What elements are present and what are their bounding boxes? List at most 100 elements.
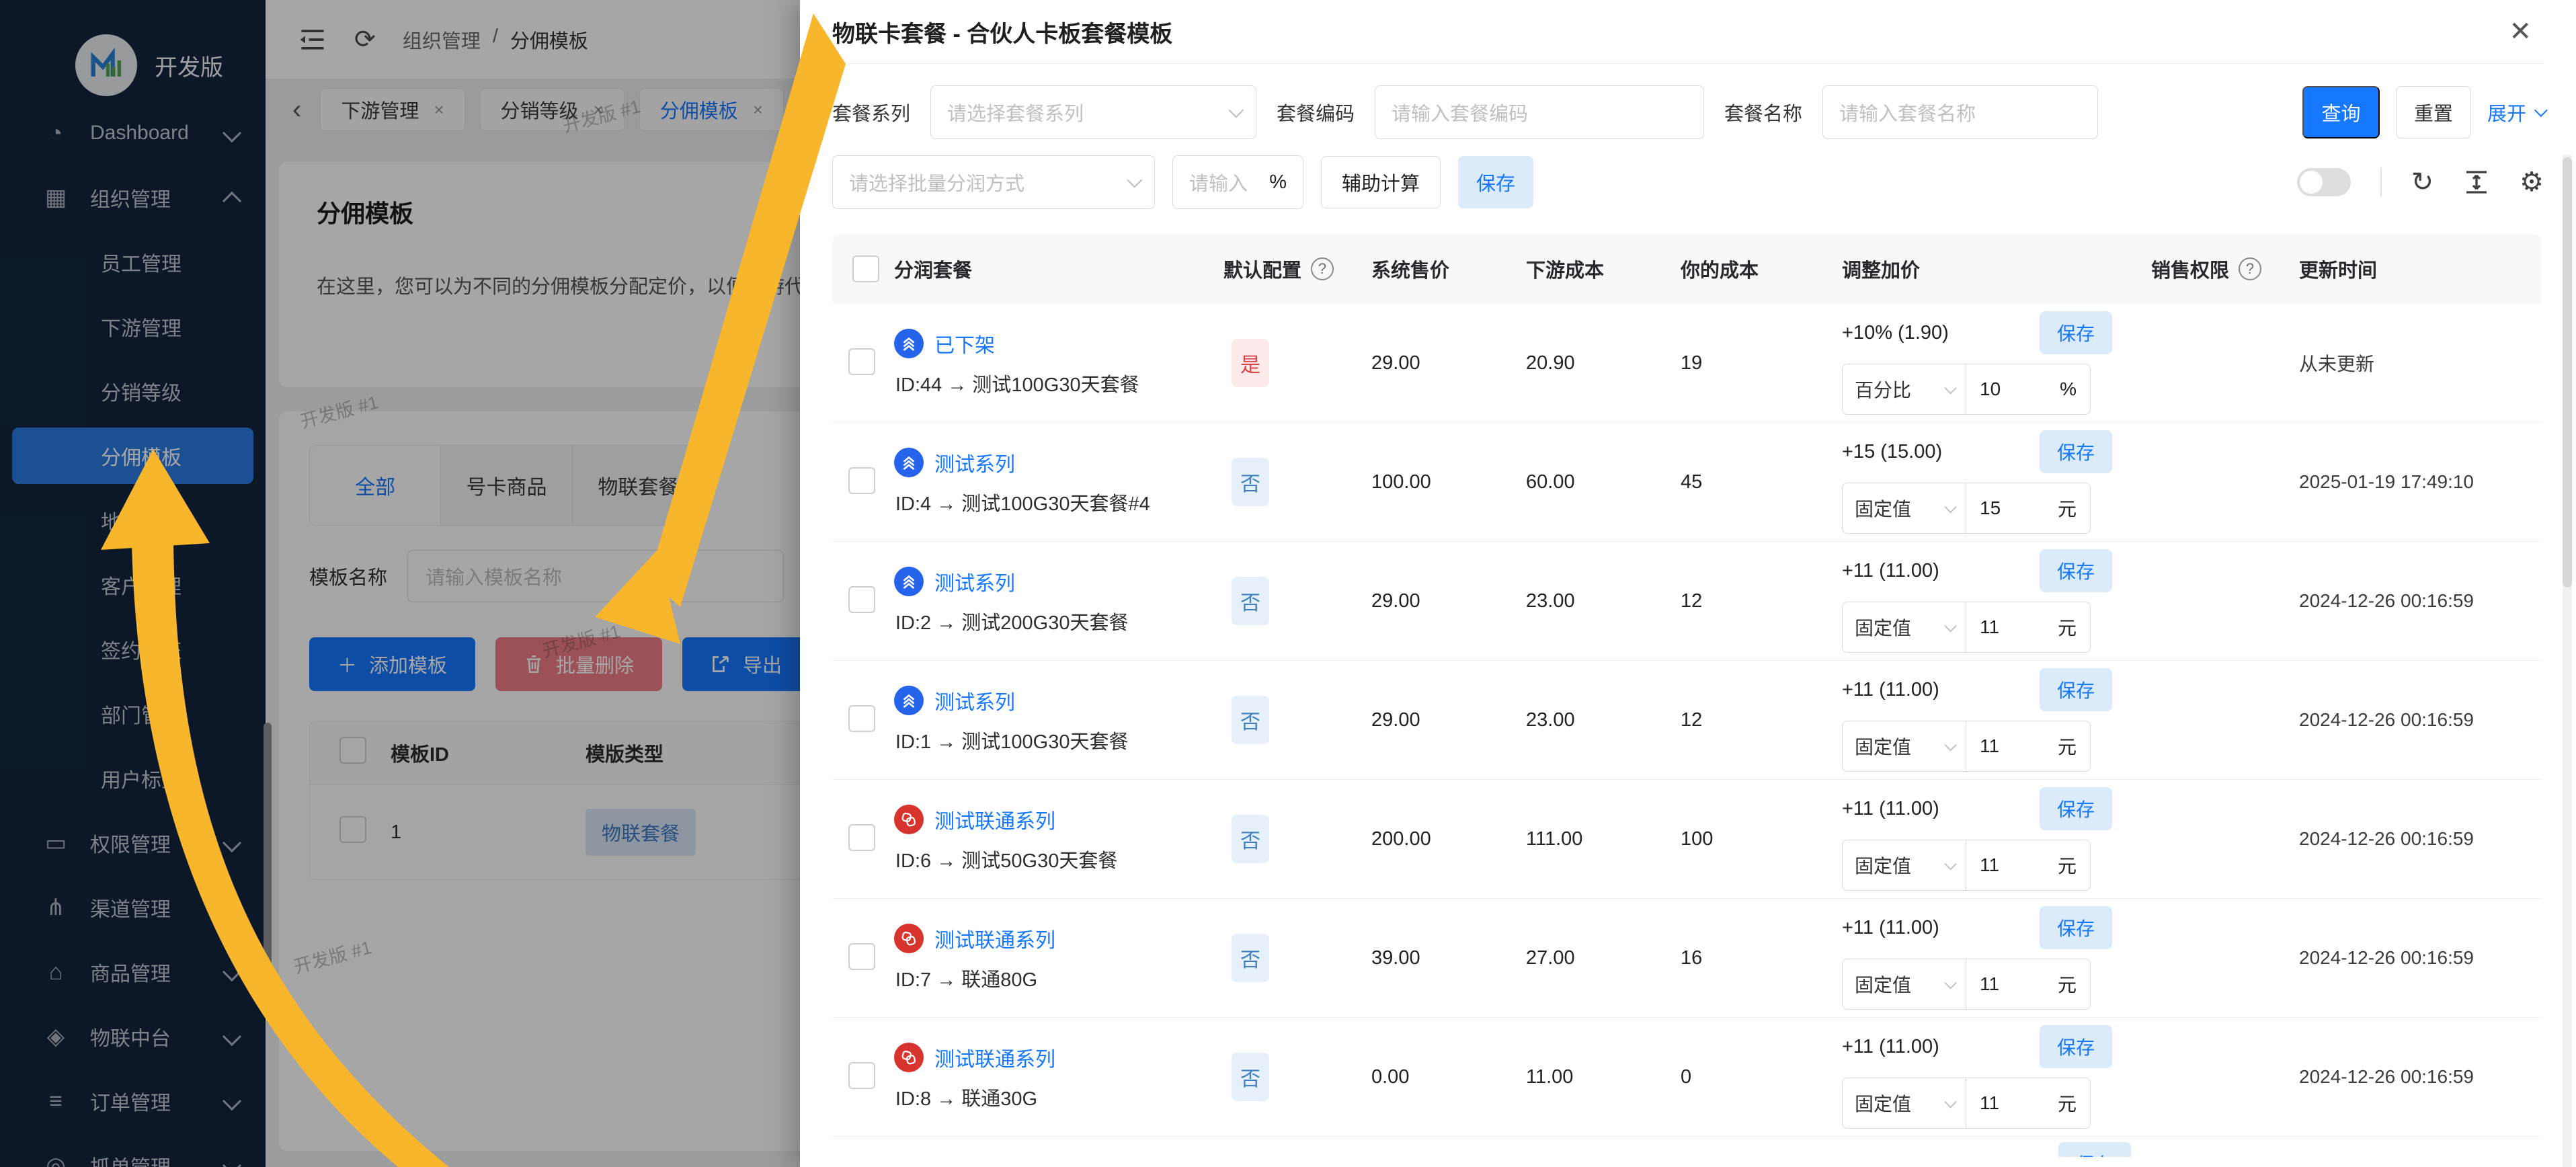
sys-price-cell: 100.00	[1358, 471, 1513, 493]
series-link[interactable]: 测试联通系列	[934, 924, 1055, 953]
adjust-value-input[interactable]: 15元	[1966, 483, 2091, 534]
toolbar-divider	[2380, 167, 2382, 197]
unicom-series-icon	[899, 809, 919, 830]
row-save-button[interactable]: 保存	[2040, 906, 2112, 949]
chevron-down-icon	[1944, 858, 1956, 870]
series-link[interactable]: 测试系列	[934, 686, 1015, 715]
your-cost-cell: 45	[1667, 471, 1828, 493]
down-cost-cell: 111.00	[1513, 828, 1667, 850]
settings-gear-icon[interactable]: ⚙	[2520, 167, 2544, 198]
row-save-button[interactable]: 保存	[2040, 668, 2112, 711]
your-cost-cell: 100	[1667, 828, 1828, 850]
unicom-series-icon	[894, 924, 924, 953]
default-config-tag: 否	[1232, 696, 1269, 744]
unicom-series-icon	[899, 1047, 919, 1068]
chevron-down-icon	[1944, 501, 1956, 513]
package-id-line: ID:4 → 测试100G30天套餐#4	[894, 488, 1210, 516]
pricing-row: 测试联通系列ID:7 → 联通80G否39.0027.0016+11 (11.0…	[832, 899, 2541, 1018]
updated-time-cell: 2024-12-26 00:16:59	[2286, 590, 2541, 612]
adjust-mode-select[interactable]: 百分比	[1842, 364, 1966, 415]
series-link[interactable]: 测试系列	[934, 567, 1015, 596]
adjust-unit: 元	[2058, 495, 2077, 522]
bulk-save-button[interactable]: 保存	[1458, 156, 1533, 208]
adjust-value-input[interactable]: 11元	[1966, 602, 2091, 653]
chevron-down-icon	[1229, 102, 1244, 118]
row-save-button[interactable]: 保存	[2040, 311, 2112, 354]
down-cost-cell: 23.00	[1513, 590, 1667, 612]
row-checkbox[interactable]	[848, 824, 875, 851]
adjust-value-input[interactable]: 11元	[1966, 721, 2091, 772]
adjust-mode-select[interactable]: 固定值	[1842, 721, 1966, 772]
adjust-mode-select[interactable]: 固定值	[1842, 483, 1966, 534]
helper-calc-button[interactable]: 辅助计算	[1321, 156, 1441, 208]
your-cost-cell: 12	[1667, 709, 1828, 731]
close-icon[interactable]: ✕	[2509, 16, 2544, 47]
question-circle-icon[interactable]: ?	[1311, 257, 1334, 280]
your-cost-cell: 19	[1667, 352, 1828, 374]
adjust-mode-select[interactable]: 固定值	[1842, 959, 1966, 1010]
adjust-mode-select[interactable]: 固定值	[1842, 840, 1966, 891]
pricing-row: 已下架ID:44 → 测试100G30天套餐是29.0020.9019+10% …	[832, 304, 2541, 423]
adjust-value-input[interactable]: 10%	[1966, 364, 2091, 415]
row-save-button[interactable]: 保存	[2040, 430, 2112, 473]
bulk-value-input[interactable]: 请输入 %	[1172, 155, 1303, 209]
package-id-line: ID:7 → 联通80G	[894, 964, 1210, 992]
row-save-button[interactable]: 保存	[2040, 787, 2112, 830]
row-height-icon[interactable]	[2463, 169, 2490, 196]
series-link[interactable]: 测试联通系列	[934, 805, 1055, 834]
col-updated: 更新时间	[2286, 255, 2541, 283]
drawer-scrollbar[interactable]	[2563, 155, 2572, 1167]
row-checkbox[interactable]	[848, 586, 875, 613]
series-link[interactable]: 已下架	[934, 329, 995, 358]
bulk-profit-row: 请选择批量分润方式 请输入 % 辅助计算 保存 ↻ ⚙	[832, 155, 2544, 210]
modal-dim-overlay[interactable]	[0, 0, 800, 1167]
select-all-checkbox[interactable]	[852, 255, 879, 282]
package-id-line: ID:8 → 联通30G	[894, 1083, 1210, 1111]
mobile-series-icon	[894, 567, 924, 596]
unicom-series-icon	[899, 928, 919, 949]
col-sys-price: 系统售价	[1358, 255, 1513, 283]
adjust-unit: 元	[2058, 1090, 2077, 1117]
adjust-mode-select[interactable]: 固定值	[1842, 1078, 1966, 1129]
row-save-button[interactable]: 保存	[2040, 549, 2112, 592]
sys-price-cell: 29.00	[1358, 590, 1513, 612]
row-checkbox[interactable]	[848, 467, 875, 494]
adjust-mode-select[interactable]: 固定值	[1842, 602, 1966, 653]
row-checkbox[interactable]	[848, 705, 875, 732]
bulk-mode-select[interactable]: 请选择批量分润方式	[832, 155, 1155, 209]
package-id-line: ID:2 → 测试200G30天套餐	[894, 607, 1210, 635]
row-checkbox[interactable]	[848, 1062, 875, 1089]
name-input[interactable]: 请输入套餐名称	[1822, 85, 2098, 139]
package-id-line: ID:1 → 测试100G30天套餐	[894, 726, 1210, 754]
row-save-button[interactable]: 保存	[2040, 1025, 2112, 1068]
name-label: 套餐名称	[1724, 98, 1802, 126]
search-button[interactable]: 查询	[2302, 86, 2380, 138]
row-checkbox[interactable]	[848, 943, 875, 970]
series-link[interactable]: 测试系列	[934, 448, 1015, 477]
row-checkbox[interactable]	[848, 348, 875, 375]
row-save-button[interactable]: 保存	[2058, 1142, 2131, 1157]
adjust-value-input[interactable]: 11元	[1966, 840, 2091, 891]
adjust-value-input[interactable]: 11元	[1966, 1078, 2091, 1129]
chevron-down-icon	[1944, 620, 1956, 632]
series-link[interactable]: 测试联通系列	[934, 1043, 1055, 1072]
percent-unit: %	[1269, 171, 1287, 194]
updated-time-cell: 2024-12-26 00:16:59	[2286, 709, 2541, 731]
sys-price-cell: 39.00	[1358, 947, 1513, 969]
view-toggle[interactable]	[2297, 168, 2351, 196]
down-cost-cell: 11.00	[1513, 1066, 1667, 1088]
series-select[interactable]: 请选择套餐系列	[930, 85, 1256, 139]
expand-link[interactable]: 展开	[2487, 98, 2544, 126]
refresh-table-icon[interactable]: ↻	[2411, 167, 2434, 198]
updated-time-cell: 从未更新	[2286, 350, 2541, 376]
reset-button[interactable]: 重置	[2396, 86, 2471, 138]
code-input[interactable]: 请输入套餐编码	[1375, 85, 1704, 139]
pricing-row: 测试联通系列ID:8 → 联通30G否0.0011.000+11 (11.00)…	[832, 1018, 2541, 1137]
updated-time-cell: 2024-12-26 00:16:59	[2286, 1066, 2541, 1088]
pricing-row: 测试联通系列ID:6 → 测试50G30天套餐否200.00111.00100+…	[832, 780, 2541, 899]
adjust-value-input[interactable]: 11元	[1966, 959, 2091, 1010]
adjust-unit: 元	[2058, 852, 2077, 879]
sys-price-cell: 29.00	[1358, 352, 1513, 374]
pricing-row: 测试系列ID:2 → 测试200G30天套餐否29.0023.0012+11 (…	[832, 542, 2541, 661]
question-circle-icon[interactable]: ?	[2239, 257, 2261, 280]
